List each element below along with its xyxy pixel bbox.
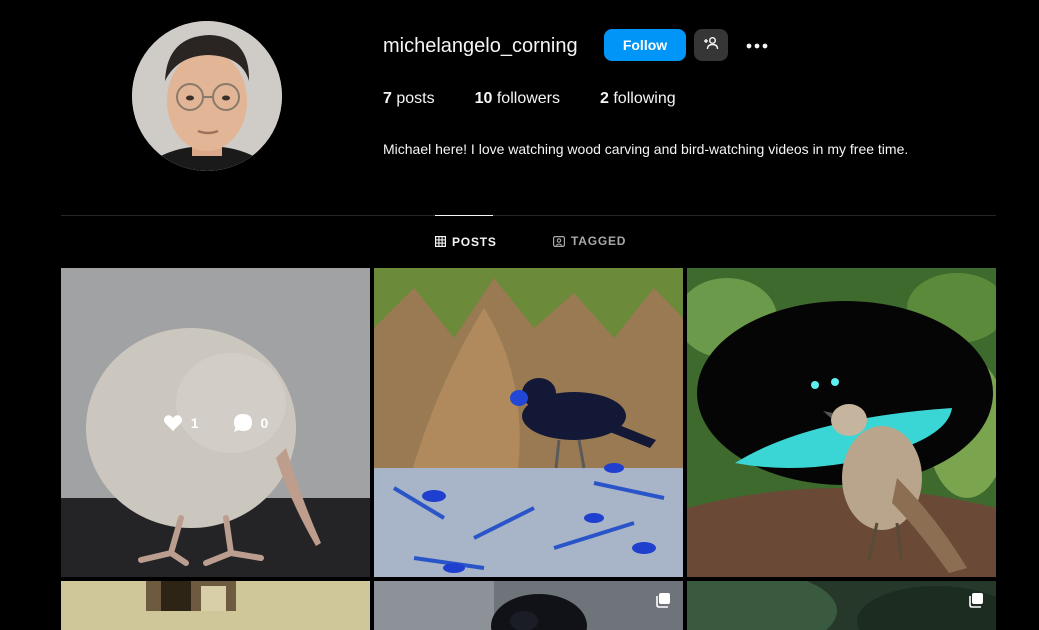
comments-count-group: 0 [233,413,269,433]
profile-stats: 7 posts 10 followers 2 following [383,90,716,108]
post-bowerbird[interactable] [374,268,683,577]
post-building[interactable] [61,581,370,630]
post-bird-of-paradise[interactable] [687,268,996,577]
posts-label: posts [396,90,435,107]
grid-icon [435,236,446,247]
tagged-icon [553,235,565,247]
add-person-icon [703,35,719,56]
heart-icon [163,414,182,431]
comment-icon [233,413,252,432]
following-stat[interactable]: 2 following [600,90,676,108]
posts-stat: 7 posts [383,90,435,108]
more-icon [746,36,768,54]
profile-header: michelangelo_corning Follow 7 posts 10 f… [0,0,1039,216]
post-forest[interactable] [687,581,996,630]
tab-posts-label: POSTS [452,234,497,249]
profile-bio: Michael here! I love watching wood carvi… [383,141,909,157]
tab-tagged[interactable]: TAGGED [553,215,628,267]
more-options-button[interactable] [742,30,772,60]
following-count: 2 [600,90,609,107]
followers-count: 10 [474,90,493,107]
post-hover-overlay: 1 0 [61,268,370,577]
tab-posts[interactable]: POSTS [435,215,496,267]
likes-count-group: 1 [163,414,199,432]
profile-username: michelangelo_corning [383,35,578,57]
profile-avatar[interactable] [132,21,282,171]
comments-count: 0 [260,414,269,431]
followers-stat[interactable]: 10 followers [475,90,560,108]
suggested-users-button[interactable] [694,29,728,61]
tab-tagged-label: TAGGED [571,234,627,248]
multiple-photos-icon [968,592,984,608]
posts-count: 7 [383,90,392,107]
following-label: following [613,90,676,107]
tabs-divider [61,215,996,216]
followers-label: followers [496,90,560,107]
multiple-photos-icon [655,592,671,608]
post-dark-bird[interactable] [374,581,683,630]
likes-count: 1 [190,414,199,431]
follow-button[interactable]: Follow [604,29,686,61]
post-kiwi[interactable]: 1 0 [61,268,370,577]
